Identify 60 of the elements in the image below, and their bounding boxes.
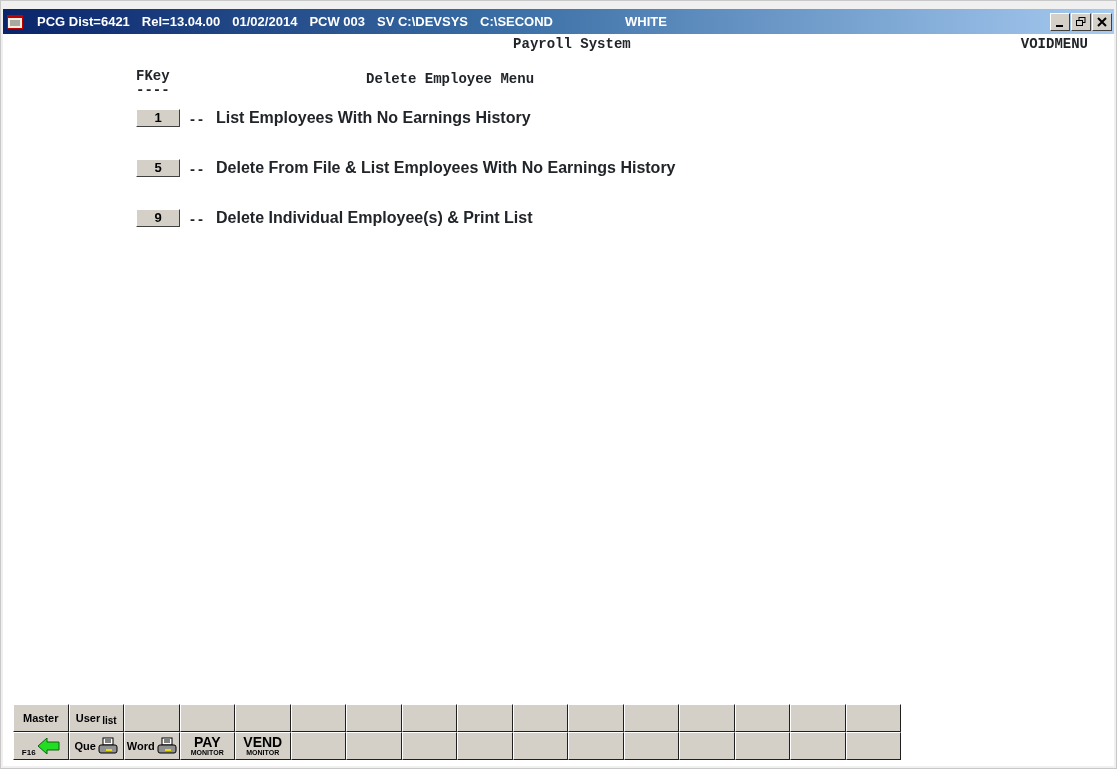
toolbar-button[interactable] <box>401 704 457 732</box>
toolbar-button[interactable]: Que <box>68 732 124 760</box>
title-text: C:\SECOND <box>480 14 553 29</box>
title-text: 01/02/2014 <box>232 14 298 29</box>
title-text: WHITE <box>625 14 667 29</box>
toolbar-button[interactable] <box>512 704 568 732</box>
toolbar-button[interactable] <box>734 704 790 732</box>
menu-title: Delete Employee Menu <box>366 70 535 89</box>
printer-icon <box>156 737 177 755</box>
toolbar-button[interactable] <box>512 732 568 760</box>
fkey-rule: ---- <box>136 83 171 97</box>
close-icon <box>1097 16 1107 27</box>
toolbar-button[interactable] <box>623 732 679 760</box>
toolbar-button[interactable] <box>179 704 235 732</box>
arrow-icon <box>37 738 60 754</box>
separator-text: -- <box>190 109 206 127</box>
toolbar-button[interactable] <box>568 704 624 732</box>
restore-icon <box>1076 16 1086 27</box>
toolbar-button[interactable] <box>401 732 457 760</box>
menu-option-label: Delete Individual Employee(s) & Print List <box>216 209 533 227</box>
toolbar-button[interactable] <box>124 704 180 732</box>
toolbar-button[interactable] <box>235 704 291 732</box>
menu-option-label: List Employees With No Earnings History <box>216 109 531 127</box>
function-key-button[interactable]: 1 <box>136 109 180 127</box>
toolbar-button[interactable] <box>845 732 901 760</box>
title-text: SV C:\DEVSYS <box>377 14 469 29</box>
toolbar-button[interactable] <box>346 704 402 732</box>
function-key-button[interactable]: 5 <box>136 159 180 177</box>
title-text: PCW 003 <box>309 14 365 29</box>
toolbar-button[interactable] <box>734 732 790 760</box>
toolbar-button[interactable] <box>346 732 402 760</box>
separator-text: -- <box>190 209 206 227</box>
toolbar-button[interactable] <box>457 704 513 732</box>
toolbar-button[interactable] <box>679 732 735 760</box>
close-button[interactable] <box>1092 12 1112 31</box>
fkey-heading: FKey <box>136 69 171 83</box>
toolbar-button[interactable] <box>790 704 846 732</box>
printer-icon <box>97 737 118 755</box>
restore-button[interactable] <box>1071 12 1091 31</box>
minimize-button[interactable] <box>1050 12 1070 31</box>
menu-option-label: Delete From File & List Employees With No Earnings History <box>216 159 676 177</box>
screen-id: VOIDMENU <box>1020 35 1088 54</box>
toolbar-button[interactable]: F16 <box>13 732 69 760</box>
toolbar-button[interactable] <box>623 704 679 732</box>
toolbar-button[interactable] <box>845 704 901 732</box>
system-name: Payroll System <box>513 36 631 52</box>
toolbar-button[interactable] <box>568 732 624 760</box>
app-icon <box>7 14 23 29</box>
toolbar-button[interactable]: Master <box>13 704 69 732</box>
toolbar-button[interactable]: Word <box>124 732 180 760</box>
toolbar-button[interactable] <box>457 732 513 760</box>
toolbar-button[interactable] <box>290 704 346 732</box>
toolbar-button[interactable] <box>679 704 735 732</box>
minimize-icon <box>1055 24 1063 27</box>
separator-text: -- <box>190 159 206 177</box>
title-text: PCG Dist=6421 <box>37 14 130 29</box>
title-text: Rel=13.04.00 <box>141 14 221 29</box>
toolbar-button[interactable] <box>790 732 846 760</box>
toolbar-button[interactable] <box>290 732 346 760</box>
function-key-button[interactable]: 9 <box>136 209 180 227</box>
